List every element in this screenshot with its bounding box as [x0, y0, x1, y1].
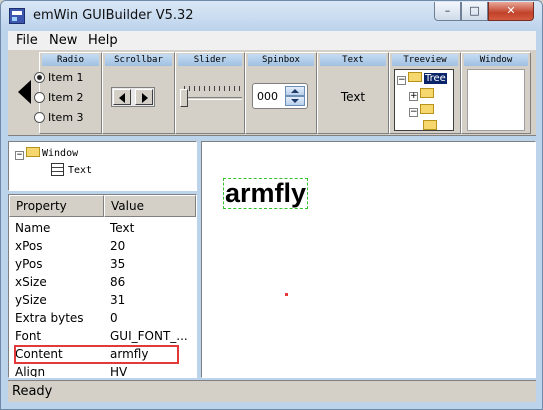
- widget-scrollbar[interactable]: Scrollbar: [102, 52, 175, 134]
- collapse-icon: −: [409, 107, 418, 117]
- folder-icon: [423, 120, 437, 130]
- widget-toolbar: Radio Item 1 Item 2 Item 3 Scrollbar Sli…: [8, 50, 536, 136]
- widget-window[interactable]: Window: [461, 52, 531, 134]
- tree-node-text[interactable]: Text: [51, 163, 92, 176]
- scrollbar-right-icon: [135, 89, 153, 105]
- folder-icon: [420, 88, 434, 98]
- menu-bar: File New Help: [8, 31, 536, 50]
- radio-unselected-icon: [34, 92, 45, 103]
- property-row[interactable]: Align HV: [9, 363, 196, 377]
- widget-treeview-title: Treeview: [392, 54, 458, 66]
- widget-spinbox-title: Spinbox: [248, 54, 314, 66]
- close-button[interactable]: ✕: [488, 2, 534, 21]
- property-column-header[interactable]: Property: [9, 195, 104, 217]
- app-icon: [9, 8, 25, 24]
- property-row[interactable]: yPos 35: [9, 255, 196, 273]
- spin-up-icon: [285, 86, 305, 96]
- window-title: emWin GUIBuilder V5.32: [33, 8, 194, 23]
- design-canvas[interactable]: armfly: [201, 141, 536, 378]
- tree-node-window[interactable]: − Window: [15, 147, 78, 160]
- slider-thumb-icon: [180, 89, 188, 107]
- scroll-left-arrow-icon[interactable]: [18, 80, 31, 104]
- folder-icon: [26, 147, 40, 157]
- slider-track: [184, 97, 242, 100]
- menu-new[interactable]: New: [49, 33, 77, 48]
- treeview-root-label: Tree: [424, 73, 447, 84]
- widget-radio-title: Radio: [42, 54, 99, 66]
- spin-down-icon: [285, 96, 305, 106]
- canvas-marker: [285, 293, 288, 296]
- widget-slider[interactable]: Slider: [175, 52, 245, 134]
- treeview-preview: − Tree + −: [394, 69, 454, 131]
- folder-icon: [420, 104, 434, 114]
- text-sample: Text: [340, 90, 366, 104]
- spinbox-value: 000: [257, 90, 278, 103]
- scrollbar-preview: [111, 87, 155, 107]
- title-bar[interactable]: emWin GUIBuilder V5.32 – □ ✕: [1, 1, 542, 31]
- status-bar: Ready: [8, 380, 536, 402]
- expand-icon: +: [409, 91, 418, 101]
- scrollbar-left-icon: [113, 89, 131, 105]
- radio-selected-icon: [34, 72, 45, 83]
- canvas-text-widget[interactable]: armfly: [223, 178, 309, 209]
- minimize-button[interactable]: –: [434, 2, 461, 21]
- widget-text[interactable]: Text Text: [317, 52, 389, 134]
- spinbox-preview: 000: [252, 83, 308, 109]
- widget-window-title: Window: [464, 54, 528, 66]
- widget-scrollbar-title: Scrollbar: [105, 54, 172, 66]
- widget-spinbox[interactable]: Spinbox 000: [245, 52, 317, 134]
- collapse-icon: −: [397, 75, 406, 85]
- menu-help[interactable]: Help: [88, 33, 118, 48]
- property-row[interactable]: xPos 20: [9, 237, 196, 255]
- widget-radio[interactable]: Radio Item 1 Item 2 Item 3: [34, 52, 102, 134]
- folder-icon: [408, 72, 422, 82]
- widget-slider-title: Slider: [178, 54, 242, 66]
- widget-text-title: Text: [320, 54, 386, 66]
- window-preview: [467, 69, 525, 131]
- slider-ticks: [184, 86, 240, 91]
- content-highlight-box: [14, 345, 179, 364]
- radio-option-3: Item 3: [34, 111, 84, 124]
- radio-option-2: Item 2: [34, 91, 84, 104]
- status-text: Ready: [12, 384, 53, 399]
- property-grid: Property Value Name Text xPos 20 yPos 35 xS…: [8, 194, 197, 378]
- app-window: emWin GUIBuilder V5.32 – □ ✕ File New He…: [0, 0, 543, 410]
- collapse-icon[interactable]: −: [15, 151, 24, 160]
- property-row[interactable]: xSize 86: [9, 273, 196, 291]
- property-row[interactable]: Extra bytes 0: [9, 309, 196, 327]
- property-row[interactable]: Font GUI_FONT_...: [9, 327, 196, 345]
- property-row[interactable]: Name Text: [9, 219, 196, 237]
- property-row[interactable]: ySize 31: [9, 291, 196, 309]
- text-widget-icon: [51, 163, 64, 176]
- maximize-button[interactable]: □: [461, 2, 488, 21]
- radio-option-1: Item 1: [34, 71, 84, 84]
- widget-treeview[interactable]: Treeview − Tree + −: [389, 52, 461, 134]
- value-column-header[interactable]: Value: [104, 195, 196, 217]
- radio-unselected-icon: [34, 112, 45, 123]
- object-tree: − Window Text: [8, 141, 197, 191]
- menu-file[interactable]: File: [16, 33, 38, 48]
